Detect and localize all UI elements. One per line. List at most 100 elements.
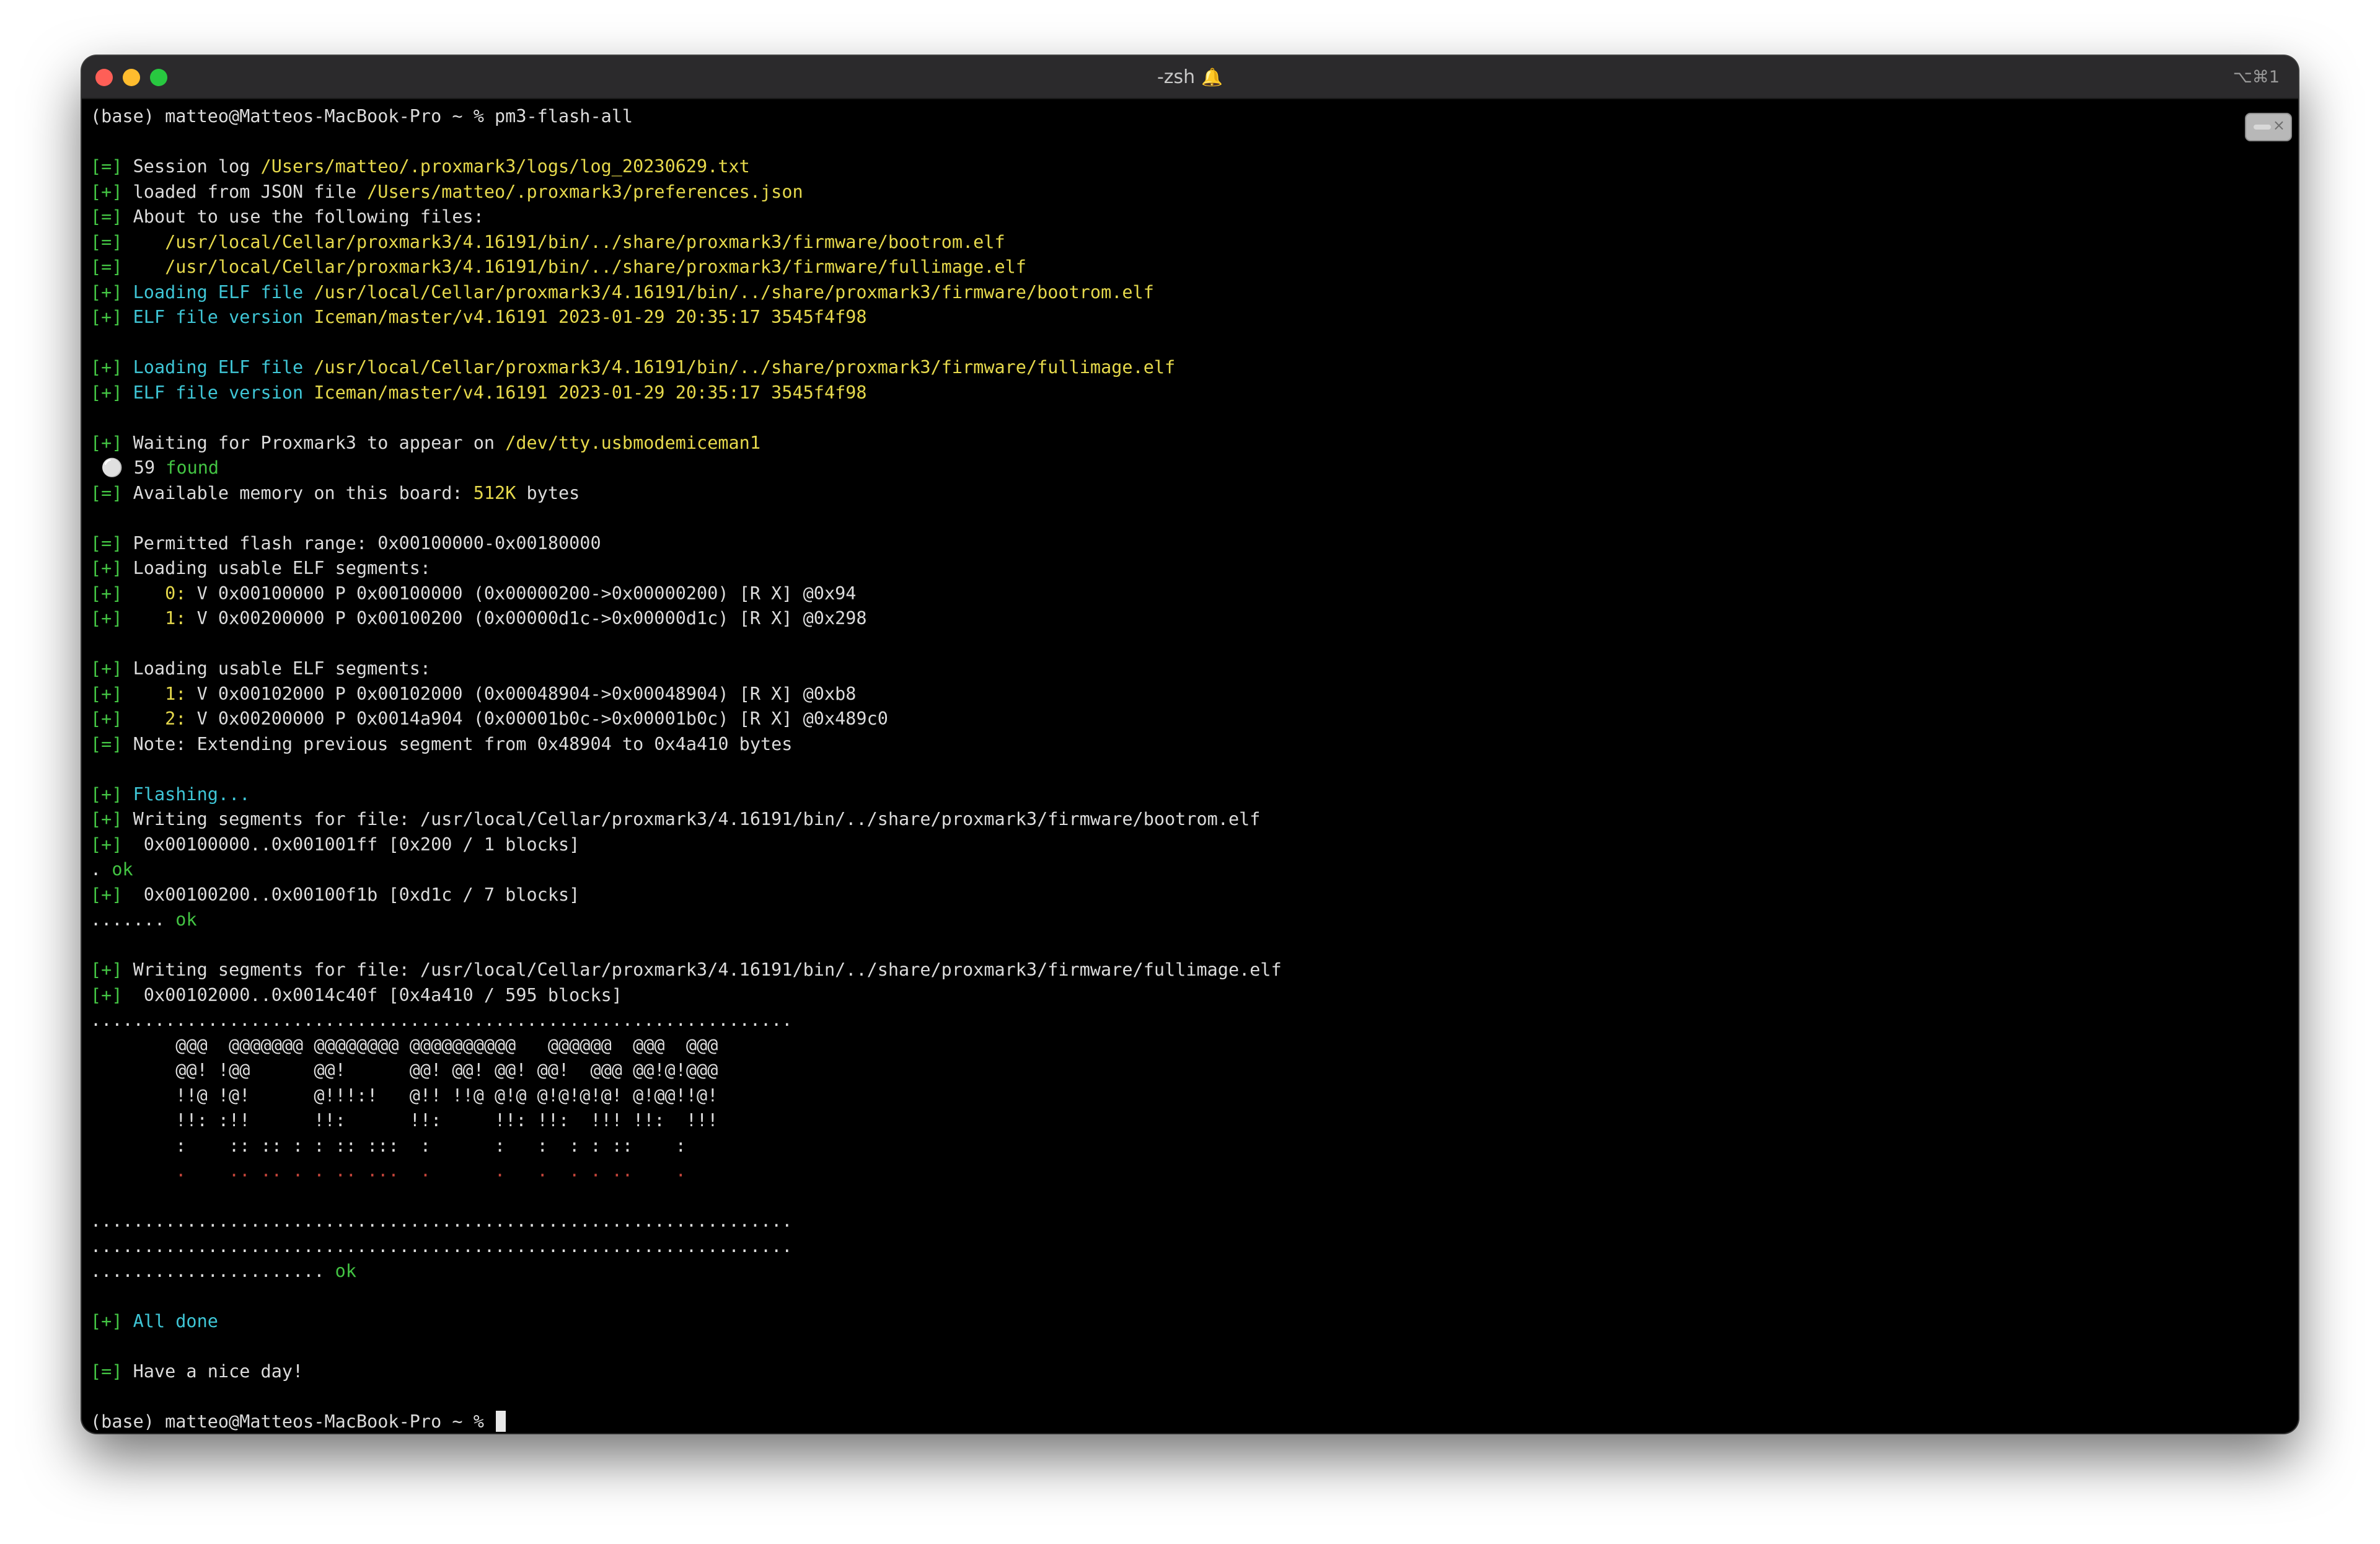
terminal-text: [+] — [90, 884, 144, 905]
terminal-text: /usr/local/Cellar/proxmark3/4.16191/bin/… — [165, 257, 1026, 277]
scroll-to-bottom-icon[interactable] — [2245, 113, 2292, 141]
terminal-line: [=] Session log /Users/matteo/.proxmark3… — [90, 154, 2230, 180]
terminal-text: V 0x00102000 P 0x00102000 (0x00048904->0… — [186, 683, 857, 704]
terminal-text: [+] — [90, 1311, 133, 1331]
terminal-text: (base) matteo@Matteos-MacBook-Pro ~ % — [90, 1411, 495, 1432]
terminal-text: ELF file version — [133, 307, 314, 327]
terminal-output[interactable]: (base) matteo@Matteos-MacBook-Pro ~ % pm… — [90, 104, 2230, 1433]
terminal-text: V 0x00100000 P 0x00100000 (0x00000200->0… — [186, 583, 857, 604]
terminal-line: ....... ok — [90, 907, 2230, 933]
terminal-line: [=] About to use the following files: — [90, 205, 2230, 230]
terminal-line: [=] /usr/local/Cellar/proxmark3/4.16191/… — [90, 230, 2230, 255]
terminal-text: 2: — [165, 708, 187, 729]
terminal-line: [=] Have a nice day! — [90, 1359, 2230, 1385]
terminal-text: /usr/local/Cellar/proxmark3/4.16191/bin/… — [314, 281, 1154, 302]
terminal-text: Loading usable ELF segments: — [133, 558, 431, 578]
terminal-line: [+] Writing segments for file: /usr/loca… — [90, 807, 2230, 832]
terminal-text: Note: Extending previous segment from 0x… — [133, 733, 793, 754]
bell-icon: 🔔 — [1201, 67, 1223, 87]
terminal-text: Loading ELF file — [133, 281, 314, 302]
terminal-text: [=] — [90, 156, 133, 177]
terminal-line: [=] Permitted flash range: 0x00100000-0x… — [90, 531, 2230, 557]
terminal-line: [+] Waiting for Proxmark3 to appear on /… — [90, 431, 2230, 456]
terminal-text: loaded from JSON file — [133, 181, 368, 202]
terminal-text: Have a nice day! — [133, 1361, 304, 1382]
terminal-line: ...................... ok — [90, 1259, 2230, 1284]
terminal-text: [+] — [90, 809, 133, 829]
terminal-text: All done — [133, 1311, 218, 1331]
terminal-text: @@@ @@@@@@@ @@@@@@@@ @@@@@@@@@@ @@@@@@ @… — [90, 1034, 718, 1056]
terminal-text: [+] — [90, 834, 144, 855]
terminal-text: Writing segments for file: /usr/local/Ce… — [133, 809, 1261, 829]
terminal-text: /Users/matteo/.proxmark3/preferences.jso… — [367, 181, 803, 202]
terminal-text: (base) matteo@Matteos-MacBook-Pro ~ % pm… — [90, 106, 633, 126]
terminal-line: [+] Loading ELF file /usr/local/Cellar/p… — [90, 355, 2230, 381]
terminal-text: [+] — [90, 432, 133, 453]
terminal-text: [+] — [90, 583, 165, 604]
terminal-text: /usr/local/Cellar/proxmark3/4.16191/bin/… — [314, 357, 1176, 377]
terminal-text: [=] — [90, 482, 133, 503]
terminal-text: : :: :: : : :: ::: : : : : : :: : — [90, 1135, 686, 1156]
terminal-line: (base) matteo@Matteos-MacBook-Pro ~ % pm… — [90, 104, 2230, 130]
terminal-line: ........................................… — [90, 1234, 2230, 1259]
terminal-text: . — [90, 859, 112, 880]
terminal-line: ........................................… — [90, 1008, 2230, 1033]
terminal-text: [+] — [90, 382, 133, 403]
terminal-line: @@! !@@ @@! @@! @@! @@! @@! @@@ @@!@!@@@ — [90, 1058, 2230, 1083]
terminal-text: 0: — [165, 583, 187, 604]
terminal-line: [+] All done — [90, 1309, 2230, 1334]
terminal-text: Permitted flash range: 0x00100000-0x0018… — [133, 532, 601, 554]
terminal-line: [+] Loading usable ELF segments: — [90, 656, 2230, 682]
terminal-text: V 0x00200000 P 0x00100200 (0x00000d1c->0… — [186, 608, 867, 629]
title-bar[interactable]: -zsh 🔔 ⌥⌘1 — [82, 56, 2298, 99]
terminal-line: . .. .. . . .. ... . . . . . .. . — [90, 1158, 2230, 1184]
terminal-text: Flashing... — [133, 783, 250, 805]
terminal-text: [=] — [90, 733, 133, 754]
terminal-text: [+] — [90, 683, 165, 704]
cursor — [496, 1411, 506, 1432]
terminal-text: ELF file version — [133, 382, 314, 403]
terminal-text: Loading ELF file — [133, 357, 314, 377]
terminal-text: /Users/matteo/.proxmark3/logs/log_202306… — [260, 156, 750, 177]
terminal-line: ⚪ 59 found — [90, 456, 2230, 481]
terminal-line: [+] Loading usable ELF segments: — [90, 556, 2230, 581]
terminal-text: ok — [112, 859, 133, 880]
terminal-text: [=] — [90, 257, 165, 277]
terminal-text: [+] — [90, 959, 133, 980]
window-title: -zsh 🔔 — [82, 66, 2298, 88]
terminal-text: About to use the following files: — [133, 206, 484, 227]
terminal-text: [+] — [90, 708, 165, 729]
terminal-text: 512K — [473, 482, 516, 503]
terminal-text: Loading usable ELF segments: — [133, 658, 431, 679]
terminal-text: 1: — [165, 683, 187, 704]
terminal-line: [+] Flashing... — [90, 782, 2230, 808]
terminal-window[interactable]: -zsh🔔 ⌥⌘1 (base) matteo@Matteos-MacBook-… — [82, 56, 2298, 1433]
terminal-text: [+] — [90, 357, 133, 377]
terminal-text: ....... — [90, 909, 176, 930]
terminal-text: [=] — [90, 231, 165, 252]
terminal-text: /usr/local/Cellar/proxmark3/4.16191/bin/… — [165, 231, 1005, 252]
terminal-text: ........................................… — [90, 1010, 793, 1030]
terminal-text: ........................................… — [90, 1211, 793, 1231]
terminal-line: [=] Note: Extending previous segment fro… — [90, 732, 2230, 757]
terminal-text: V 0x00200000 P 0x0014a904 (0x00001b0c->0… — [186, 708, 888, 729]
terminal-text: [+] — [90, 307, 133, 327]
terminal-text: !!@ !@! @!!!:! @!! !!@ @!@ @!@!@!@! @!@@… — [90, 1085, 718, 1106]
terminal-text: [+] — [90, 783, 133, 805]
terminal-text: @@! !@@ @@! @@! @@! @@! @@! @@@ @@!@!@@@ — [90, 1060, 718, 1080]
terminal-text: bytes — [516, 482, 580, 503]
terminal-line: [+] Loading ELF file /usr/local/Cellar/p… — [90, 280, 2230, 306]
terminal-text: Writing segments for file: /usr/local/Ce… — [133, 959, 1282, 980]
terminal-text: !!: :!! !!: !!: !!: !!: !!! !!: !!! — [90, 1110, 718, 1131]
terminal-line: [+] Writing segments for file: /usr/loca… — [90, 958, 2230, 983]
terminal-text: /dev/tty.usbmodemiceman1 — [505, 432, 760, 453]
terminal-text: [=] — [90, 206, 133, 227]
terminal-line: [+] 0x00102000..0x0014c40f [0x4a410 / 59… — [90, 983, 2230, 1008]
terminal-line: . ok — [90, 857, 2230, 883]
